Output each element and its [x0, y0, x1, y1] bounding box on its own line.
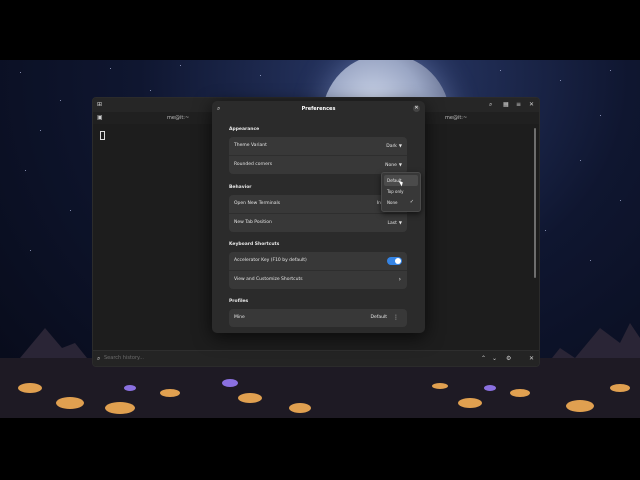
history-search-bar: ⌕ Search history... ⌃ ⌄ ⚙ ✕ — [93, 350, 539, 366]
flower-field — [0, 358, 640, 418]
scrollbar[interactable] — [534, 128, 536, 278]
overview-icon[interactable]: ▣ — [97, 115, 103, 121]
gear-icon[interactable]: ⚙ — [506, 356, 511, 362]
new-tab-position-row[interactable]: New Tab Position Last ▼ — [229, 214, 407, 232]
chevron-down-icon[interactable]: ⌄ — [492, 356, 497, 362]
rounded-corners-row[interactable]: Rounded corners None ▼ — [229, 156, 407, 174]
option-none[interactable]: None ✓ — [384, 197, 418, 208]
grid-icon[interactable]: ▦ — [503, 102, 509, 108]
close-icon[interactable]: ✕ — [529, 102, 534, 108]
close-search-icon[interactable]: ✕ — [529, 356, 534, 362]
profile-default-badge: Default — [370, 315, 387, 320]
profile-row[interactable]: Mine Default ⋮ — [229, 309, 407, 327]
customize-shortcuts-label: View and Customize Shortcuts — [234, 277, 303, 282]
rounded-corners-popover: Default Top only None ✓ — [381, 172, 421, 212]
theme-variant-label: Theme Variant — [234, 143, 267, 148]
checkmark-icon: ✓ — [409, 199, 414, 205]
profile-name: Mine — [234, 315, 245, 320]
section-behavior: Behavior — [229, 185, 252, 190]
search-icon: ⌕ — [97, 355, 101, 362]
search-icon[interactable]: ⌕ — [489, 102, 492, 108]
close-icon[interactable]: ✕ — [413, 105, 420, 112]
shortcuts-card: Accelerator Key (F10 by default) View an… — [229, 252, 407, 289]
theme-variant-dropdown[interactable]: Dark ▼ — [386, 137, 402, 156]
chevron-right-icon: › — [398, 276, 401, 283]
tab-left-title[interactable]: me@it:~ — [167, 112, 189, 124]
rounded-corners-label: Rounded corners — [234, 162, 273, 167]
dialog-title: Preferences — [301, 106, 336, 112]
option-top-only[interactable]: Top only — [384, 186, 418, 197]
customize-shortcuts-row[interactable]: View and Customize Shortcuts › — [229, 271, 407, 289]
section-profiles: Profiles — [229, 299, 249, 304]
chevron-down-icon: ▼ — [398, 220, 402, 225]
accelerator-label: Accelerator Key (F10 by default) — [234, 258, 307, 263]
new-tab-position-label: New Tab Position — [234, 220, 272, 225]
profiles-card: Mine Default ⋮ — [229, 309, 407, 327]
accelerator-row[interactable]: Accelerator Key (F10 by default) — [229, 252, 407, 271]
more-options-icon[interactable]: ⋮ — [393, 309, 399, 327]
terminal-cursor — [100, 131, 105, 140]
plus-icon[interactable]: ⊞ — [97, 102, 102, 108]
section-shortcuts: Keyboard Shortcuts — [229, 242, 280, 247]
theme-variant-row[interactable]: Theme Variant Dark ▼ — [229, 137, 407, 156]
section-appearance: Appearance — [229, 127, 260, 132]
chevron-down-icon: ▼ — [398, 143, 402, 148]
chevron-up-icon[interactable]: ⌃ — [481, 356, 486, 362]
accelerator-toggle[interactable] — [387, 257, 402, 265]
history-search-input[interactable]: Search history... — [104, 351, 144, 366]
hamburger-icon[interactable]: ≡ — [516, 102, 521, 108]
new-tab-position-dropdown[interactable]: Last ▼ — [388, 214, 402, 232]
tab-right-title[interactable]: me@it:~ — [445, 112, 467, 124]
preferences-dialog: ⌕ Preferences ✕ Appearance Theme Variant… — [212, 101, 425, 333]
chevron-down-icon: ▼ — [398, 162, 402, 167]
open-new-terminals-label: Open New Terminals — [234, 201, 281, 206]
appearance-card: Theme Variant Dark ▼ Rounded corners None… — [229, 137, 407, 174]
